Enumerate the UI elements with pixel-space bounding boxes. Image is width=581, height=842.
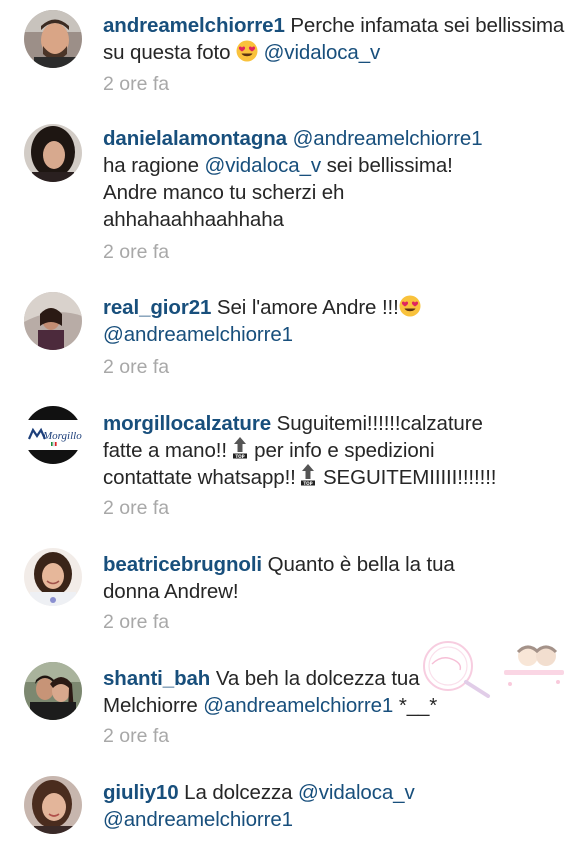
top-arrow-icon: TOP (232, 437, 247, 459)
comment-body: Andre manco tu scherzi eh (103, 181, 345, 204)
comment-body: Suguitemi!!!!!!calzature (271, 412, 483, 435)
comment-body: contattate whatsapp!! (103, 466, 296, 489)
comment-text: morgillocalzature Suguitemi!!!!!!calzatu… (103, 410, 568, 491)
comment-mention[interactable]: @andreamelchiorre1 (103, 323, 293, 346)
comment-body: ha ragione (103, 154, 205, 177)
avatar[interactable] (24, 776, 82, 834)
comment-body: fatte a mano!! (103, 439, 227, 462)
comment-body: ahhahaahhaahhaha (103, 208, 284, 231)
comment-text: real_gior21 Sei l'amore Andre !!! @andre… (103, 294, 568, 348)
comment-username[interactable]: giuliy10 (103, 781, 179, 804)
avatar[interactable] (24, 292, 82, 350)
comment-body: donna Andrew! (103, 580, 239, 603)
comment-body: Quanto è bella la tua (262, 553, 455, 576)
heart-eyes-emoji-icon (236, 40, 258, 62)
comment-mention[interactable]: @vidaloca_v (264, 41, 381, 64)
comment-username[interactable]: danielalamontagna (103, 127, 287, 150)
comment-timestamp: 2 ore fa (103, 725, 170, 747)
avatar[interactable]: Morgillo (24, 406, 82, 464)
comment-timestamp: 2 ore fa (103, 241, 170, 263)
avatar[interactable] (24, 124, 82, 182)
comment-mention[interactable]: @vidaloca_v (204, 154, 321, 177)
comment-timestamp: 2 ore fa (103, 73, 170, 95)
comment-timestamp: 2 ore fa (103, 356, 170, 378)
comment-username[interactable]: shanti_bah (103, 667, 210, 690)
comment-timestamp: 2 ore fa (103, 611, 170, 633)
comment-text: danielalamontagna @andreamelchiorre1 ha … (103, 125, 568, 233)
comment-body: La dolcezza (178, 781, 299, 804)
heart-eyes-emoji-icon (399, 295, 421, 317)
watermark-logo (423, 641, 564, 698)
comment-username[interactable]: morgillocalzature (103, 412, 271, 435)
comment-mention[interactable]: @vidaloca_v (298, 781, 415, 804)
comment-username[interactable]: andreamelchiorre1 (103, 14, 285, 37)
comment-body: Melchiorre (103, 694, 204, 717)
comment-body: SEGUITEMIIIII!!!!!!! (317, 466, 497, 489)
avatar[interactable] (24, 548, 82, 606)
comment-text: giuliy10 La dolcezza @vidaloca_v @andrea… (103, 779, 568, 833)
top-arrow-icon: TOP (301, 464, 316, 486)
comment-body: Va beh la dolcezza tua (210, 667, 420, 690)
avatar[interactable] (24, 662, 82, 720)
morgillo-logo: Morgillo (42, 430, 82, 442)
comment-text: beatricebrugnoli Quanto è bella la tua d… (103, 551, 568, 605)
avatar[interactable] (24, 10, 82, 68)
top-icon-label: TOP (304, 481, 313, 486)
comment-text: andreamelchiorre1 Perche infamata sei be… (103, 12, 568, 66)
comment-username[interactable]: beatricebrugnoli (103, 553, 262, 576)
comment-body: Sei l'amore Andre !!! (211, 296, 399, 319)
comment-username[interactable]: real_gior21 (103, 296, 211, 319)
comment-mention[interactable]: @andreamelchiorre1 (203, 694, 393, 717)
comment-timestamp: 2 ore fa (103, 497, 170, 519)
top-icon-label: TOP (235, 454, 244, 459)
comment-body: per info e spedizioni (248, 439, 435, 462)
comment-mention[interactable]: @andreamelchiorre1 (103, 808, 293, 831)
comment-body: sei bellissima! (321, 154, 453, 177)
comment-mention[interactable]: @andreamelchiorre1 (293, 127, 483, 150)
